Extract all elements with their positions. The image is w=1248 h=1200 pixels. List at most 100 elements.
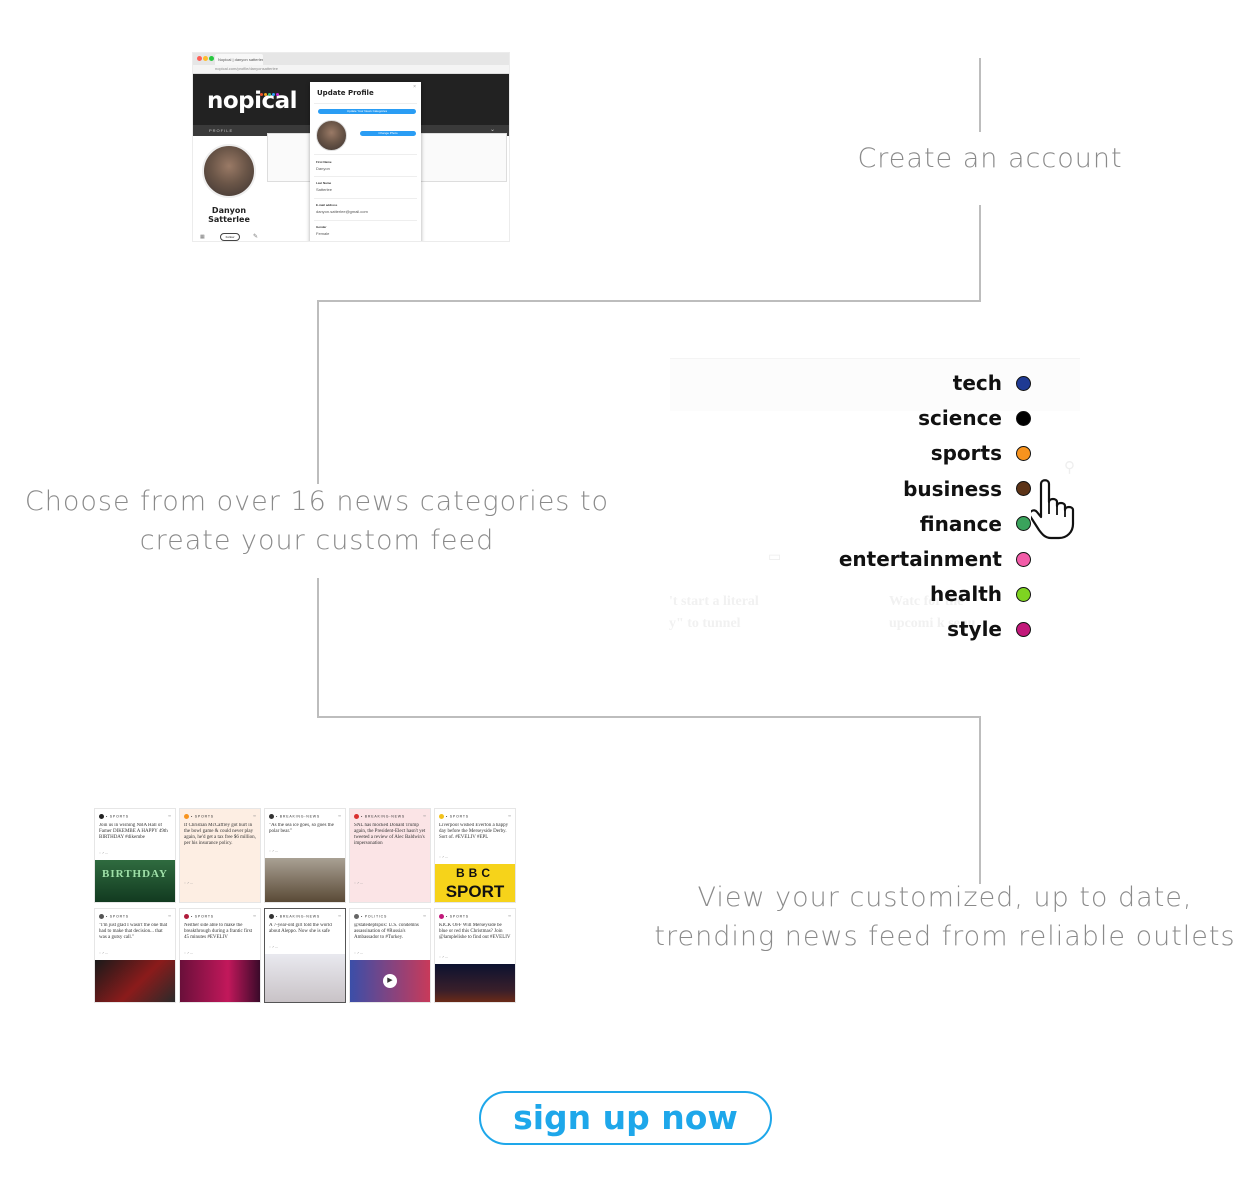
brand-dot	[260, 93, 263, 96]
news-card-stats: ○ ↗ —	[269, 945, 278, 949]
news-card-stats: ○ ↗ —	[439, 855, 448, 859]
news-card[interactable]: • SPORTS ∞ KICK OFF Will Merseyside be blu…	[435, 909, 515, 1002]
category-item-health[interactable]: health	[930, 579, 1031, 609]
browser-chrome: Nopical | danyon satterlee	[193, 53, 509, 65]
first-name-field: Danyon	[316, 166, 330, 171]
source-icon	[184, 814, 189, 819]
category-tag-label: • BREAKING-NEWS	[276, 814, 320, 819]
news-card[interactable]: • SPORTS ∞ Join us in wishing NBA Hall of …	[95, 809, 175, 902]
modal-title: Update Profile	[317, 89, 374, 97]
news-card-category: • SPORTS	[439, 914, 469, 919]
link-icon: ∞	[253, 813, 256, 818]
email-label: E-mail address	[316, 203, 338, 207]
news-card[interactable]: • BREAKING-NEWS ∞ A 7-year-old girl told t…	[265, 909, 345, 1002]
news-card-headline: SNL has mocked Donald Trump again, the P…	[354, 823, 426, 846]
category-tag-label: • BREAKING-NEWS	[361, 814, 405, 819]
brand-logo: nopical	[207, 88, 298, 114]
news-card[interactable]: • SPORTS ∞ If Christian McCaffrey got hurt…	[180, 809, 260, 902]
grid-icon: ▦	[200, 234, 205, 240]
category-color-swatch	[1016, 445, 1031, 461]
news-card-image: BBC SPORT	[435, 864, 515, 902]
news-card-headline: KICK OFF Will Merseyside be blue or red …	[439, 923, 511, 940]
change-photo-button: Change Photo	[360, 131, 416, 136]
link-icon: ∞	[508, 813, 511, 818]
news-card-stats: ○ ↗ —	[269, 849, 278, 853]
news-card-image	[265, 954, 345, 1002]
news-card-headline: If Christian McCaffrey got hurt in the b…	[184, 823, 256, 846]
category-color-swatch	[1016, 410, 1031, 426]
category-item-style[interactable]: style	[947, 614, 1031, 644]
brand-dots	[260, 83, 280, 101]
category-item-science[interactable]: science	[918, 403, 1031, 433]
news-card-category: • SPORTS	[99, 914, 129, 919]
news-card-stats: ○ ↗ —	[184, 951, 193, 955]
window-close-icon	[197, 56, 202, 61]
brand-dot	[276, 93, 279, 96]
source-icon	[99, 914, 104, 919]
news-card-headline: @statedeptspox: U.S. condemns assassinat…	[354, 923, 419, 940]
connector-line	[979, 205, 981, 302]
category-label: tech	[952, 371, 1002, 395]
news-card-image: ▶	[350, 960, 430, 1002]
category-color-swatch	[1016, 551, 1031, 567]
divider	[314, 154, 417, 155]
category-item-sports[interactable]: sports	[931, 438, 1031, 468]
news-card[interactable]: • SPORTS ∞ Neither side able to make the b…	[180, 909, 260, 1002]
sign-up-button[interactable]: sign up now	[479, 1091, 772, 1145]
category-color-swatch	[1016, 586, 1031, 602]
news-card-image	[180, 960, 260, 1002]
connector-line	[979, 716, 981, 884]
news-card-stats: ○ ↗ —	[354, 881, 363, 885]
category-tag-label: • BREAKING-NEWS	[276, 914, 320, 919]
news-card-headline: "As the sea ice goes, so goes the polar …	[269, 823, 334, 834]
link-icon: ∞	[338, 813, 341, 818]
profile-nav-label: PROFILE	[209, 128, 234, 133]
link-icon: ∞	[168, 813, 171, 818]
category-item-tech[interactable]: tech	[953, 368, 1031, 398]
link-icon: ∞	[423, 913, 426, 918]
brand-dot	[264, 93, 267, 96]
category-tag-label: • POLITICS	[361, 914, 388, 919]
image-caption: BIRTHDAY	[102, 868, 168, 880]
play-icon[interactable]: ▶	[383, 974, 397, 988]
news-card-stats: ○ ↗ —	[99, 951, 108, 955]
close-icon: ×	[413, 84, 416, 90]
category-color-swatch	[1016, 621, 1031, 637]
category-item-finance[interactable]: finance	[920, 509, 1031, 539]
step-create-account: Create an account	[857, 143, 1123, 174]
news-card-headline: Join us in wishing NBA Hall of Famer DIK…	[99, 823, 168, 840]
last-name-label: Last Name	[316, 181, 332, 185]
category-label: science	[918, 406, 1002, 431]
category-item-business[interactable]: business	[903, 474, 1031, 504]
brand-dot	[272, 93, 275, 96]
news-card[interactable]: • POLITICS ∞ @statedeptspox: U.S. condemns…	[350, 909, 430, 1002]
sport-logo-text: SPORT	[445, 882, 505, 901]
news-card[interactable]: • BREAKING-NEWS ∞ "As the sea ice goes, so…	[265, 809, 345, 902]
modal-avatar	[316, 120, 347, 151]
divider	[314, 220, 417, 221]
connector-line	[979, 58, 981, 132]
category-label: business	[903, 476, 1002, 501]
category-tag-label: • SPORTS	[191, 814, 214, 819]
source-icon	[184, 914, 189, 919]
news-card-stats: ○ ↗ —	[184, 881, 193, 885]
news-card-category: • SPORTS	[184, 814, 214, 819]
faded-search-icon: ⚲	[1064, 459, 1075, 476]
news-card-category: • POLITICS	[354, 914, 387, 919]
link-icon: ∞	[508, 913, 511, 918]
profile-name: Danyon Satterlee	[208, 206, 250, 224]
news-card-category: • BREAKING-NEWS	[269, 814, 320, 819]
brand-dot	[268, 93, 271, 96]
background-text-left: 't start a literal y" to tunnel	[669, 594, 759, 631]
step-choose-categories-line1: Choose from over 16 news categories to	[24, 486, 610, 517]
category-item-entertainment[interactable]: entertainment	[839, 544, 1031, 574]
category-label: finance	[919, 511, 1002, 536]
category-tag-label: • SPORTS	[446, 914, 469, 919]
news-card[interactable]: • SPORTS ∞ "I'm just glad I wasn't the one…	[95, 909, 175, 1002]
source-icon	[439, 914, 444, 919]
news-card-headline: Neither side able to make the breakthrou…	[184, 923, 253, 940]
update-categories-button: Update Your News Categories	[318, 109, 416, 114]
first-name-label: First Name	[316, 160, 332, 164]
news-card[interactable]: • SPORTS ∞ Liverpool wished Everton a happ…	[435, 809, 515, 902]
news-card[interactable]: • BREAKING-NEWS ∞ SNL has mocked Donald Tr…	[350, 809, 430, 902]
